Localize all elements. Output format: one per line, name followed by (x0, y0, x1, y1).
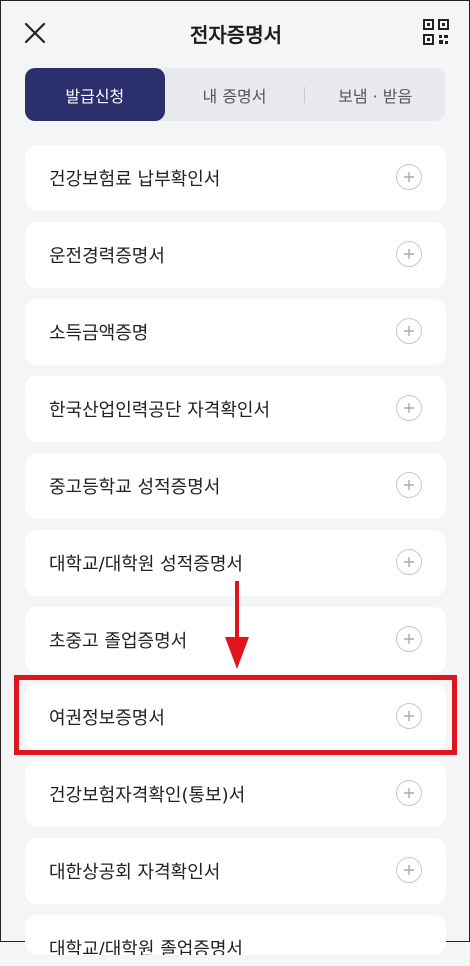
list-item-label: 초중고 졸업증명서 (49, 631, 188, 652)
list-item[interactable]: 소득금액증명 (25, 299, 446, 365)
qr-code-icon[interactable] (423, 19, 449, 45)
list-item-label: 건강보험료 납부확인서 (49, 169, 221, 190)
list-item-label: 건강보험자격확인(통보)서 (49, 785, 246, 806)
plus-icon[interactable] (396, 626, 422, 652)
list-item-label: 여권정보증명서 (49, 708, 165, 729)
plus-icon[interactable] (396, 395, 422, 421)
plus-icon[interactable] (396, 780, 422, 806)
plus-icon[interactable] (396, 241, 422, 267)
plus-icon[interactable] (396, 472, 422, 498)
tab-issue-request[interactable]: 발급신청 (25, 68, 165, 121)
certificate-list: 건강보험료 납부확인서 운전경력증명서 소득금액증명 한국산업인력공단 자격확인… (25, 145, 446, 966)
plus-icon[interactable] (396, 857, 422, 883)
list-item-label: 소득금액증명 (49, 323, 149, 344)
list-item[interactable]: 대학교/대학원 성적증명서 (25, 530, 446, 596)
list-item[interactable]: 대한상공회 자격확인서 (25, 838, 446, 904)
plus-icon[interactable] (396, 318, 422, 344)
list-item[interactable]: 대학교/대학원 졸업증명서 (25, 915, 446, 955)
list-item-label: 대학교/대학원 졸업증명서 (49, 939, 243, 955)
tab-my-certificates[interactable]: 내 증명서 (165, 68, 305, 121)
list-item[interactable]: 건강보험자격확인(통보)서 (25, 761, 446, 827)
plus-icon[interactable] (396, 549, 422, 575)
list-item[interactable]: 운전경력증명서 (25, 222, 446, 288)
list-item-label: 대한상공회 자격확인서 (49, 862, 221, 883)
list-item[interactable]: 한국산업인력공단 자격확인서 (25, 376, 446, 442)
plus-icon[interactable] (396, 703, 422, 729)
app-header: 전자증명서 (1, 1, 470, 65)
segmented-tabs: 발급신청 내 증명서 보냄 · 받음 (25, 68, 445, 121)
list-item[interactable]: 초중고 졸업증명서 (25, 607, 446, 673)
list-item-label: 운전경력증명서 (49, 246, 165, 267)
plus-icon[interactable] (396, 164, 422, 190)
tab-send-receive[interactable]: 보냄 · 받음 (305, 68, 445, 121)
close-icon[interactable] (21, 19, 49, 47)
list-item-label: 대학교/대학원 성적증명서 (49, 554, 243, 575)
list-item[interactable]: 중고등학교 성적증명서 (25, 453, 446, 519)
list-item[interactable]: 건강보험료 납부확인서 (25, 145, 446, 211)
list-item-label: 중고등학교 성적증명서 (49, 477, 221, 498)
list-item-label: 한국산업인력공단 자격확인서 (49, 400, 271, 421)
list-item-passport[interactable]: 여권정보증명서 (25, 684, 446, 750)
page-title: 전자증명서 (190, 22, 282, 47)
